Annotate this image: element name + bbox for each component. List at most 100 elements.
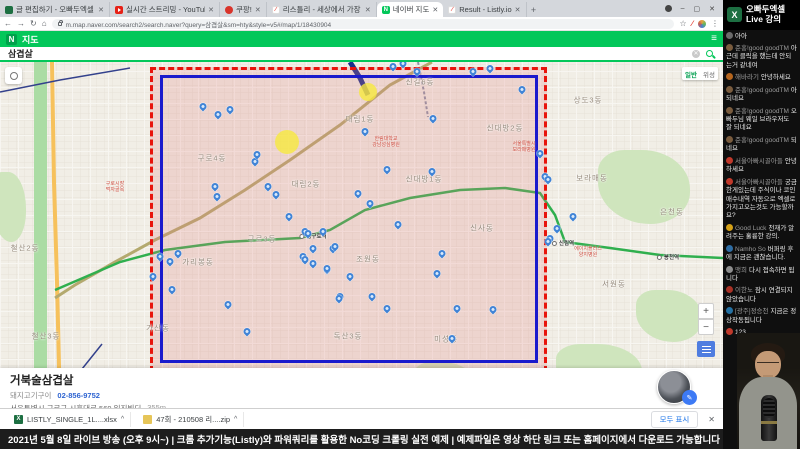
poi-label: 한림대학교 강남성심병원 [372,136,400,148]
chat-message: 준홍!good goodTM 되네요 [726,135,797,154]
bookmark-star-icon[interactable]: ☆ [679,19,686,28]
download-filename: LISTLY_SINGLE_1L....xlsx [27,414,117,424]
chat-text: 안녕하세요 [760,74,791,82]
chat-message: 맹희 다시 접속하면 됩니다 [726,265,797,284]
roadview-badge-icon[interactable]: ✎ [682,390,697,405]
show-all-downloads-button[interactable]: 모두 표시 [650,410,699,428]
search-input[interactable] [8,48,686,59]
maximize-button[interactable]: ▢ [694,5,701,13]
chat-title: 오빠두엑셀 Live 강의 [746,4,786,24]
browser-menu-icon[interactable]: ⋮ [711,19,719,28]
chat-username: 준홍!good goodTM [735,136,789,144]
browser-profile-dot[interactable] [664,5,672,12]
station-name: 신림역 [558,241,575,247]
naver-favicon-icon: N [381,5,390,14]
tab-close-icon[interactable]: ✕ [98,6,104,14]
tab-close-icon[interactable]: ✕ [208,6,214,14]
station-marker: 봉천역 [656,253,679,261]
zoom-in-button[interactable]: + [698,303,714,319]
tab-5[interactable]: N 네이버 지도 ✕ [376,2,444,17]
downloads-actions: 모두 표시 ✕ [650,410,715,428]
browser-window: 글 편집하기 - 오빠두엑셀 — 위✕실시간 스트리밍 - YouTube St… [0,0,723,449]
screen: 글 편집하기 - 오빠두엑셀 — 위✕실시간 스트리밍 - YouTube St… [0,0,800,449]
tab-1[interactable]: 글 편집하기 - 오빠두엑셀 — 위✕ [0,2,110,17]
tab-close-icon[interactable]: ✕ [432,6,438,14]
district-label: 신사동 [470,223,494,233]
download-item[interactable]: 47회 - 210508 리....zip ^ [137,411,245,427]
tab-label: 네이버 지도 [392,5,430,14]
zoom-out-button[interactable]: − [698,319,714,335]
tab-close-icon[interactable]: ✕ [515,6,521,14]
chat-avatar [726,265,733,273]
chat-message: 아아 [726,31,797,41]
chat-avatar [726,135,733,143]
back-icon[interactable]: ← [4,19,12,28]
list-view-button[interactable] [697,341,715,357]
minimize-button[interactable]: – [681,5,685,12]
chat-message: 이한노 잠시 연결되지 않았습니다 [726,286,797,304]
forward-icon[interactable]: → [17,19,25,28]
download-caret-icon[interactable]: ^ [234,416,237,423]
hamburger-menu-icon[interactable]: ≡ [711,34,717,44]
chat-message: 준홍!good goodTM 아 되네요 [726,85,797,104]
chat-message: Good Luck 천재가 알려주는 훌륭한 강의. [726,223,797,242]
poi-label: 에이치플러스 양지병원 [574,246,602,258]
chat-username: 서울아빠시골아들 [735,157,783,165]
district-label: 독산3동 [333,331,363,341]
chat-username: 맹희 [735,266,747,274]
address-bar: ← → ↻ ⌂ m.map.naver.com/search2/search.n… [0,17,723,31]
close-downloads-icon[interactable]: ✕ [708,415,715,424]
location-button[interactable] [5,67,22,84]
chat-username: [광주]정승천 [735,308,769,316]
place-name[interactable]: 거북술삼겹살 [10,372,713,388]
district-label: 조원동 [356,254,380,264]
search-icon[interactable] [706,50,713,57]
map-type-satellite[interactable]: 위성 [700,67,718,80]
naver-logo-icon[interactable]: N [6,33,17,45]
tab-label: 글 편집하기 - 오빠두엑셀 — 위 [16,5,95,14]
district-label: 철산2동 [10,243,40,253]
excel-logo-icon: X [727,7,742,23]
list-icon [701,345,711,353]
tab-4[interactable]: ∕리스틀리 - 세상에서 가장 빠른✕ [267,2,377,17]
download-item[interactable]: X LISTLY_SINGLE_1L....xlsx ^ [8,411,132,427]
tab-3[interactable]: 쿠팡! ✕ [220,2,267,17]
map-type-normal[interactable]: 일반 [682,67,700,80]
chat-messages: 아아준홍!good goodTM 아 근데 클릭을 했는데 안되는거 같네여해바라… [723,30,800,343]
chat-message: Namho So 버퍼링 후에 지금은 괜찮습니다. [726,244,797,263]
home-icon[interactable]: ⌂ [42,19,47,28]
tab-6[interactable]: ∕ Result - Listly.io ✕ [443,2,527,17]
close-button[interactable]: ✕ [709,5,715,13]
tab-2[interactable]: 실시간 스트리밍 - YouTube Stu✕ [110,2,220,17]
map-canvas[interactable]: 신길6동 상도3동 대림1동 신대방2동 구로4동 보라매동 신대방1동 대림2동 은천동 신사동… [0,62,723,408]
chat-message: 준홍!good goodTM 아 근데 클릭을 했는데 안되는거 같네여 [726,43,797,70]
chat-avatar [726,106,733,114]
browser-avatar[interactable] [698,19,706,28]
district-label: 철산3동 [31,331,61,341]
district-label: 신대방1동 [405,174,443,184]
chat-username: 준홍!good goodTM [735,44,789,52]
new-tab-button[interactable]: + [527,2,541,17]
district-label: 은천동 [660,207,684,217]
chat-avatar [726,85,733,93]
tab-close-icon[interactable]: ✕ [255,6,261,14]
place-meta: 돼지고기구이 02-856-9752 [10,390,713,401]
naver-map-header: N 지도 ≡ [0,31,723,47]
chat-username: 해바라기 [735,74,759,82]
chat-username: 준홍!good goodTM [735,107,789,115]
district-label: 서원동 [602,279,626,289]
district-label: 구로4동 [197,153,227,163]
place-phone[interactable]: 02-856-9752 [57,391,100,400]
download-items: X LISTLY_SINGLE_1L....xlsx ^ 47회 - 210508 리… [8,411,245,427]
crosshair-icon [9,71,18,80]
tab-close-icon[interactable]: ✕ [365,6,371,14]
reload-icon[interactable]: ↻ [30,19,37,28]
highlight-circle [359,83,377,101]
coupang-favicon-icon [225,5,233,14]
url-field[interactable]: m.map.naver.com/search2/search.naver?que… [51,18,675,29]
place-card[interactable]: 거북술삼겹살 돼지고기구이 02-856-9752 서울특별시 구로구 시흥대로… [0,368,723,413]
download-caret-icon[interactable]: ^ [121,416,124,423]
listly-extension-icon[interactable]: ∕ [692,19,693,28]
clear-search-icon[interactable]: ✕ [692,49,700,58]
poi-label: 서울특별시 보라매병원 [512,141,536,153]
